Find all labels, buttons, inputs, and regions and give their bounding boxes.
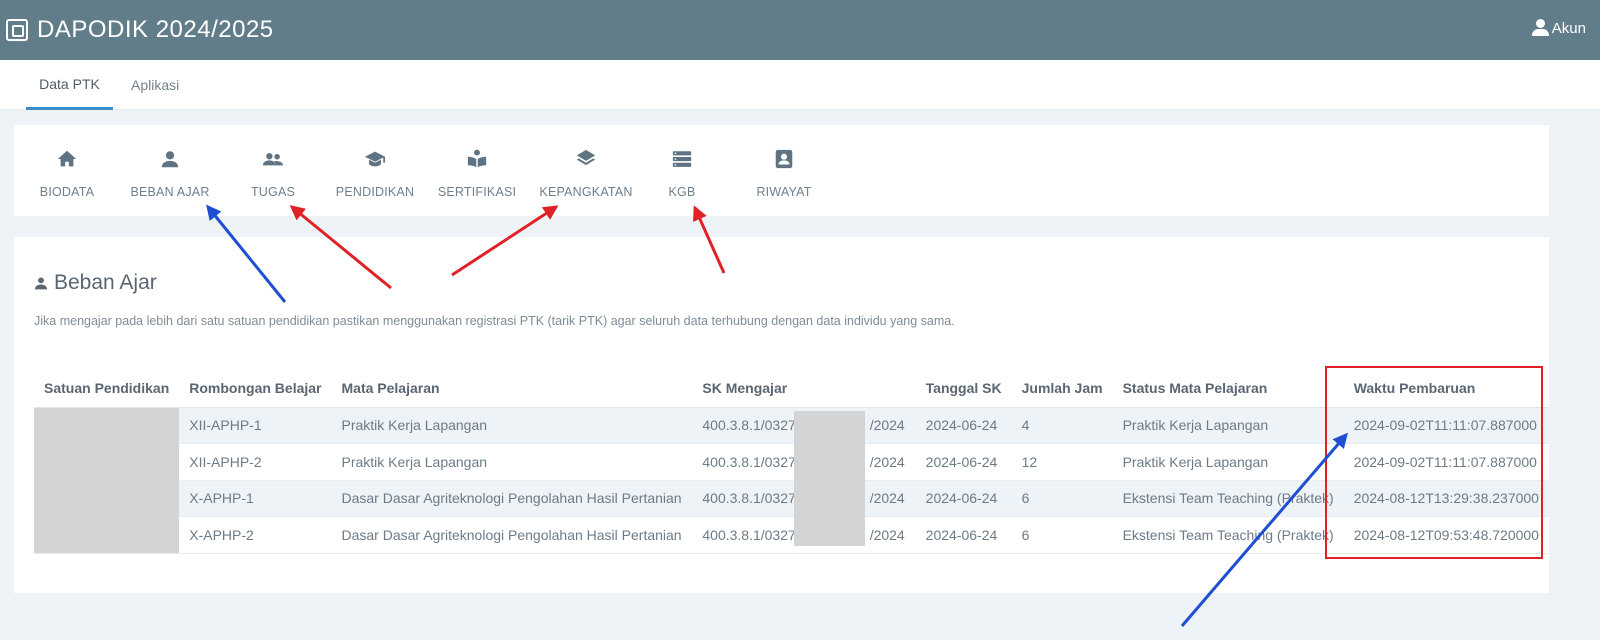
nav-pendidikan[interactable]: PENDIDIKAN xyxy=(336,125,414,216)
section-header: Beban Ajar xyxy=(34,271,157,295)
col-tanggal-sk[interactable]: Tanggal SK xyxy=(915,369,1012,408)
col-jumlah-jam[interactable]: Jumlah Jam xyxy=(1011,369,1113,408)
book-reader-icon xyxy=(467,149,487,168)
top-header: DAPODIK 2024/2025 Akun xyxy=(0,0,1600,60)
nav-tugas[interactable]: TUGAS xyxy=(248,125,298,216)
annotation-highlight-box xyxy=(1325,366,1543,559)
server-icon xyxy=(672,151,692,167)
brand[interactable]: DAPODIK 2024/2025 xyxy=(6,16,274,44)
cell-rombel: XII-APHP-2 xyxy=(179,443,332,481)
redacted-cell xyxy=(34,407,180,554)
section-title: Beban Ajar xyxy=(54,271,157,294)
cell-mapel: Praktik Kerja Lapangan xyxy=(331,407,693,444)
nav-beban-ajar-label: BEBAN AJAR xyxy=(130,185,210,199)
cell-mapel: Dasar Dasar Agriteknologi Pengolahan Has… xyxy=(331,480,693,517)
sk-suffix: /2024 xyxy=(869,417,905,434)
sk-prefix: 400.3.8.1/0327/ xyxy=(702,526,800,543)
cell-status: Ekstensi Team Teaching (Praktek) xyxy=(1112,516,1344,554)
nav-beban-ajar[interactable]: BEBAN AJAR xyxy=(130,125,210,216)
table-row[interactable]: X-APHP-2 Dasar Dasar Agriteknologi Pengo… xyxy=(34,516,1549,554)
ptk-subnav: BIODATA BEBAN AJAR TUGAS PENDIDIKAN SERT… xyxy=(14,125,1549,216)
col-rombongan-belajar[interactable]: Rombongan Belajar xyxy=(179,369,332,408)
beban-ajar-table: Satuan Pendidikan Rombongan Belajar Mata… xyxy=(34,369,1549,554)
sk-suffix: /2024 xyxy=(869,453,905,470)
nav-sertifikasi-label: SERTIFIKASI xyxy=(437,185,517,199)
col-sk-mengajar[interactable]: SK Mengajar xyxy=(692,369,916,408)
app-title: DAPODIK 2024/2025 xyxy=(37,16,274,43)
cell-status: Praktik Kerja Lapangan xyxy=(1112,407,1344,444)
cell-jumlah-jam: 6 xyxy=(1011,516,1113,554)
sk-prefix: 400.3.8.1/0327/ xyxy=(702,453,800,470)
cell-jumlah-jam: 6 xyxy=(1011,480,1113,517)
tab-data-ptk[interactable]: Data PTK xyxy=(26,60,113,110)
user-icon xyxy=(34,277,48,290)
tab-bar: Data PTK Aplikasi xyxy=(0,60,1600,110)
home-icon xyxy=(57,150,77,167)
nav-riwayat-label: RIWAYAT xyxy=(756,185,812,199)
dapodik-logo-icon xyxy=(6,19,28,41)
nav-tugas-label: TUGAS xyxy=(250,185,296,199)
nav-biodata-label: BIODATA xyxy=(39,185,95,199)
nav-kepangkatan[interactable]: KEPANGKATAN xyxy=(539,125,633,216)
cell-tanggal-sk: 2024-06-24 xyxy=(915,480,1012,517)
sk-prefix: 400.3.8.1/0327/ xyxy=(702,417,800,434)
cell-tanggal-sk: 2024-06-24 xyxy=(915,407,1012,444)
cell-mapel: Praktik Kerja Lapangan xyxy=(331,443,693,481)
layers-icon xyxy=(576,149,596,166)
sk-suffix: /2024 xyxy=(869,526,905,543)
table-header-row: Satuan Pendidikan Rombongan Belajar Mata… xyxy=(34,369,1549,408)
cell-jumlah-jam: 12 xyxy=(1011,443,1113,481)
cell-status: Praktik Kerja Lapangan xyxy=(1112,443,1344,481)
beban-ajar-panel: Beban Ajar Jika mengajar pada lebih dari… xyxy=(14,237,1549,593)
col-satuan-pendidikan[interactable]: Satuan Pendidikan xyxy=(34,369,180,408)
col-status-mata-pelajaran[interactable]: Status Mata Pelajaran xyxy=(1112,369,1344,408)
cell-jumlah-jam: 4 xyxy=(1011,407,1113,444)
col-mata-pelajaran[interactable]: Mata Pelajaran xyxy=(331,369,693,408)
table-row[interactable]: X-APHP-1 Dasar Dasar Agriteknologi Pengo… xyxy=(34,480,1549,517)
account-label: Akun xyxy=(1551,19,1586,37)
nav-kgb-label: KGB xyxy=(668,185,696,199)
tab-aplikasi[interactable]: Aplikasi xyxy=(131,60,179,110)
table-row[interactable]: XII-APHP-1 Praktik Kerja Lapangan 400.3.… xyxy=(34,407,1549,554)
info-note: Jika mengajar pada lebih dari satu satua… xyxy=(34,314,955,328)
table-row[interactable]: XII-APHP-2 Praktik Kerja Lapangan 400.3.… xyxy=(34,443,1549,481)
nav-biodata[interactable]: BIODATA xyxy=(38,125,96,216)
user-icon xyxy=(1531,18,1550,38)
users-icon xyxy=(262,153,284,166)
sk-suffix: /2024 xyxy=(869,490,905,507)
cell-status: Ekstensi Team Teaching (Praktek) xyxy=(1112,480,1344,517)
cell-rombel: X-APHP-1 xyxy=(179,480,332,517)
user-icon xyxy=(161,151,179,168)
graduation-cap-icon xyxy=(364,151,386,167)
cell-tanggal-sk: 2024-06-24 xyxy=(915,443,1012,481)
nav-kepangkatan-label: KEPANGKATAN xyxy=(539,185,633,199)
nav-kgb[interactable]: KGB xyxy=(665,125,699,216)
id-badge-icon xyxy=(775,149,793,169)
cell-tanggal-sk: 2024-06-24 xyxy=(915,516,1012,554)
cell-rombel: XII-APHP-1 xyxy=(179,407,332,444)
nav-pendidikan-label: PENDIDIKAN xyxy=(335,185,415,199)
nav-sertifikasi[interactable]: SERTIFIKASI xyxy=(437,125,517,216)
account-menu[interactable]: Akun xyxy=(1531,18,1586,38)
sk-prefix: 400.3.8.1/0327/ xyxy=(702,490,800,507)
cell-rombel: X-APHP-2 xyxy=(179,516,332,554)
sk-redaction-block xyxy=(794,411,865,546)
cell-mapel: Dasar Dasar Agriteknologi Pengolahan Has… xyxy=(331,516,693,554)
nav-riwayat[interactable]: RIWAYAT xyxy=(756,125,812,216)
